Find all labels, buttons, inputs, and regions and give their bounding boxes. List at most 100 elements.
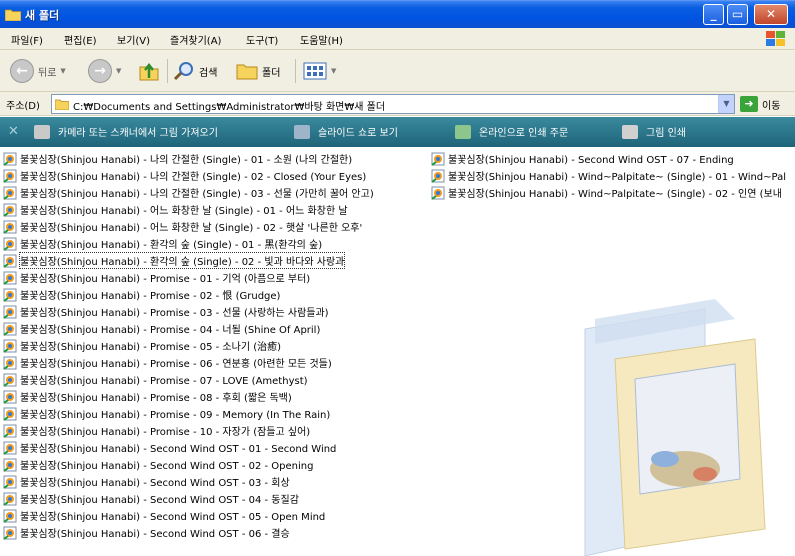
menu-tools[interactable]: 도구(T) [246,32,278,47]
menu-help[interactable]: 도움말(H) [300,32,343,47]
forward-button[interactable]: → ▼ [88,58,121,84]
views-button[interactable]: ▼ [303,58,336,84]
file-item[interactable]: 불꽃심장(Shinjou Hanabi) - 어느 화창한 날 (Single)… [3,218,362,235]
close-button[interactable]: ✕ [754,4,788,25]
file-name: 불꽃심장(Shinjou Hanabi) - 어느 화창한 날 (Single)… [20,223,363,234]
task-label: 카메라 또는 스캐너에서 그림 가져오기 [58,128,218,139]
slideshow-icon [294,124,310,139]
file-item[interactable]: 불꽃심장(Shinjou Hanabi) - Second Wind OST -… [3,490,299,507]
title-bar[interactable]: 새 폴더 _ ▭ ✕ [0,0,795,28]
media-file-icon [3,186,17,200]
media-file-icon [3,220,17,234]
file-name: 불꽃심장(Shinjou Hanabi) - Promise - 10 - 자장… [20,427,311,438]
file-name: 불꽃심장(Shinjou Hanabi) - Second Wind OST -… [448,155,734,166]
task-order-prints[interactable]: 온라인으로 인쇄 주문 [455,124,568,139]
file-item[interactable]: 불꽃심장(Shinjou Hanabi) - 나의 간절한 (Single) -… [3,184,374,201]
toolbar: ← 뒤로 ▼ → ▼ 검색 폴더 ▼ [0,50,795,92]
file-name: 불꽃심장(Shinjou Hanabi) - Promise - 02 - 恨 … [20,291,281,302]
media-file-icon [3,475,17,489]
file-name: 불꽃심장(Shinjou Hanabi) - Second Wind OST -… [20,495,299,506]
file-name: 불꽃심장(Shinjou Hanabi) - Promise - 03 - 선물… [20,308,329,319]
file-name: 불꽃심장(Shinjou Hanabi) - 나의 간절한 (Single) -… [20,189,374,200]
file-item[interactable]: 불꽃심장(Shinjou Hanabi) - Wind~Palpitate~ (… [431,184,782,201]
back-button[interactable]: ← 뒤로 ▼ [10,58,66,84]
camera-icon [34,124,50,139]
task-label: 슬라이드 쇼로 보기 [318,128,398,139]
file-item[interactable]: 불꽃심장(Shinjou Hanabi) - 나의 간절한 (Single) -… [3,150,352,167]
up-folder-button[interactable] [138,58,160,84]
file-item[interactable]: 불꽃심장(Shinjou Hanabi) - 환각의 숲 (Single) - … [3,235,322,252]
windows-logo-icon [766,31,785,46]
file-name: 불꽃심장(Shinjou Hanabi) - Wind~Palpitate~ (… [448,172,787,183]
window-title: 새 폴더 [25,9,60,22]
go-button[interactable]: ➜ 이동 [740,96,780,112]
media-file-icon [3,271,17,285]
file-item[interactable]: 불꽃심장(Shinjou Hanabi) - Promise - 02 - 恨 … [3,286,280,303]
address-input[interactable]: C:₩Documents and Settings₩Administrator₩… [51,94,735,114]
task-label: 그림 인쇄 [646,128,686,139]
chevron-down-icon: ▼ [60,67,66,75]
file-name: 불꽃심장(Shinjou Hanabi) - 어느 화창한 날 (Single)… [20,206,348,217]
file-item[interactable]: 불꽃심장(Shinjou Hanabi) - Promise - 04 - 너될… [3,320,320,337]
file-item[interactable]: 불꽃심장(Shinjou Hanabi) - Second Wind OST -… [3,524,290,541]
media-file-icon [3,339,17,353]
file-item[interactable]: 불꽃심장(Shinjou Hanabi) - Promise - 07 - LO… [3,371,308,388]
media-file-icon [431,186,445,200]
address-label: 주소(D) [6,101,40,112]
file-item[interactable]: 불꽃심장(Shinjou Hanabi) - Second Wind OST -… [431,150,734,167]
order-online-icon [455,124,471,139]
file-item[interactable]: 불꽃심장(Shinjou Hanabi) - Second Wind OST -… [3,473,290,490]
task-print-pictures[interactable]: 그림 인쇄 [622,124,686,139]
file-name: 불꽃심장(Shinjou Hanabi) - 나의 간절한 (Single) -… [20,155,353,166]
file-list[interactable]: 불꽃심장(Shinjou Hanabi) - 나의 간절한 (Single) -… [0,149,795,556]
chevron-down-icon: ▼ [116,67,122,75]
file-name: 불꽃심장(Shinjou Hanabi) - Promise - 01 - 기억… [20,274,311,285]
file-item[interactable]: 불꽃심장(Shinjou Hanabi) - Promise - 01 - 기억… [3,269,310,286]
task-slideshow[interactable]: 슬라이드 쇼로 보기 [294,124,398,139]
file-item[interactable]: 불꽃심장(Shinjou Hanabi) - 환각의 숲 (Single) - … [3,252,346,269]
minimize-button[interactable]: _ [703,4,724,25]
file-name: 불꽃심장(Shinjou Hanabi) - 나의 간절한 (Single) -… [20,172,367,183]
menu-favorites[interactable]: 즐겨찾기(A) [170,32,221,47]
chevron-down-icon: ▼ [331,67,337,75]
up-folder-icon [139,62,159,81]
file-item[interactable]: 불꽃심장(Shinjou Hanabi) - Promise - 05 - 소나… [3,337,281,354]
close-icon[interactable]: ✕ [8,124,19,139]
address-path: C:₩Documents and Settings₩Administrator₩… [73,102,386,113]
media-file-icon [3,237,17,251]
task-import-from-camera[interactable]: 카메라 또는 스캐너에서 그림 가져오기 [34,124,218,139]
folders-button[interactable]: 폴더 [236,58,280,84]
menu-view[interactable]: 보기(V) [117,32,150,47]
file-name: 불꽃심장(Shinjou Hanabi) - Promise - 06 - 연분… [20,359,332,370]
file-item[interactable]: 불꽃심장(Shinjou Hanabi) - Promise - 09 - Me… [3,405,330,422]
file-item[interactable]: 불꽃심장(Shinjou Hanabi) - Promise - 06 - 연분… [3,354,332,371]
file-name: 불꽃심장(Shinjou Hanabi) - Wind~Palpitate~ (… [448,189,782,200]
file-item[interactable]: 불꽃심장(Shinjou Hanabi) - Wind~Palpitate~ (… [431,167,786,184]
file-item[interactable]: 불꽃심장(Shinjou Hanabi) - 나의 간절한 (Single) -… [3,167,366,184]
folders-icon [236,64,258,80]
file-item[interactable]: 불꽃심장(Shinjou Hanabi) - Promise - 03 - 선물… [3,303,329,320]
media-file-icon [3,254,17,268]
media-file-icon [3,288,17,302]
media-file-icon [431,152,445,166]
address-dropdown-button[interactable]: ▼ [718,95,734,113]
file-item[interactable]: 불꽃심장(Shinjou Hanabi) - 어느 화창한 날 (Single)… [3,201,348,218]
file-item[interactable]: 불꽃심장(Shinjou Hanabi) - Second Wind OST -… [3,456,313,473]
media-file-icon [3,458,17,472]
menu-edit[interactable]: 편집(E) [64,32,97,47]
search-label: 검색 [199,67,218,79]
file-item[interactable]: 불꽃심장(Shinjou Hanabi) - Promise - 10 - 자장… [3,422,310,439]
menu-file[interactable]: 파일(F) [11,32,43,47]
file-name: 불꽃심장(Shinjou Hanabi) - 환각의 숲 (Single) - … [20,240,323,251]
maximize-button[interactable]: ▭ [727,4,748,25]
folder-icon [5,9,21,21]
search-button[interactable]: 검색 [173,58,217,84]
file-item[interactable]: 불꽃심장(Shinjou Hanabi) - Promise - 08 - 후회… [3,388,292,405]
media-file-icon [3,424,17,438]
media-file-icon [3,526,17,540]
media-file-icon [3,203,17,217]
file-item[interactable]: 불꽃심장(Shinjou Hanabi) - Second Wind OST -… [3,507,325,524]
file-item[interactable]: 불꽃심장(Shinjou Hanabi) - Second Wind OST -… [3,439,336,456]
media-file-icon [3,407,17,421]
picture-folder-watermark-icon [584,299,766,556]
